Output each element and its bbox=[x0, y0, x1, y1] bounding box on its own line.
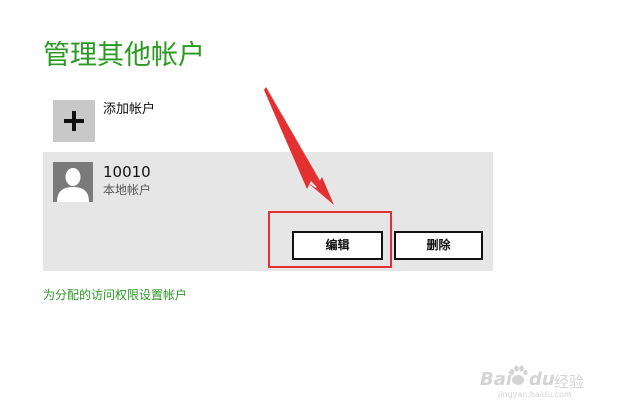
account-name: 10010 bbox=[103, 163, 151, 181]
assigned-access-link[interactable]: 为分配的访问权限设置帐户 bbox=[43, 287, 187, 304]
account-type: 本地帐户 bbox=[103, 183, 152, 197]
account-panel[interactable]: 10010 本地帐户 编辑 删除 bbox=[43, 152, 493, 271]
add-account-label[interactable]: 添加帐户 bbox=[103, 101, 155, 119]
page-title: 管理其他帐户 bbox=[43, 40, 205, 71]
edit-button[interactable]: 编辑 bbox=[292, 231, 383, 260]
delete-button[interactable]: 删除 bbox=[394, 231, 483, 260]
baidu-paw-icon bbox=[509, 365, 528, 385]
plus-icon[interactable] bbox=[53, 100, 95, 142]
baidu-watermark: Bai du 经验 jingyan.baidu.com bbox=[480, 365, 606, 399]
user-silhouette-icon bbox=[53, 162, 93, 202]
add-account-button[interactable]: 添加帐户 bbox=[53, 100, 313, 144]
